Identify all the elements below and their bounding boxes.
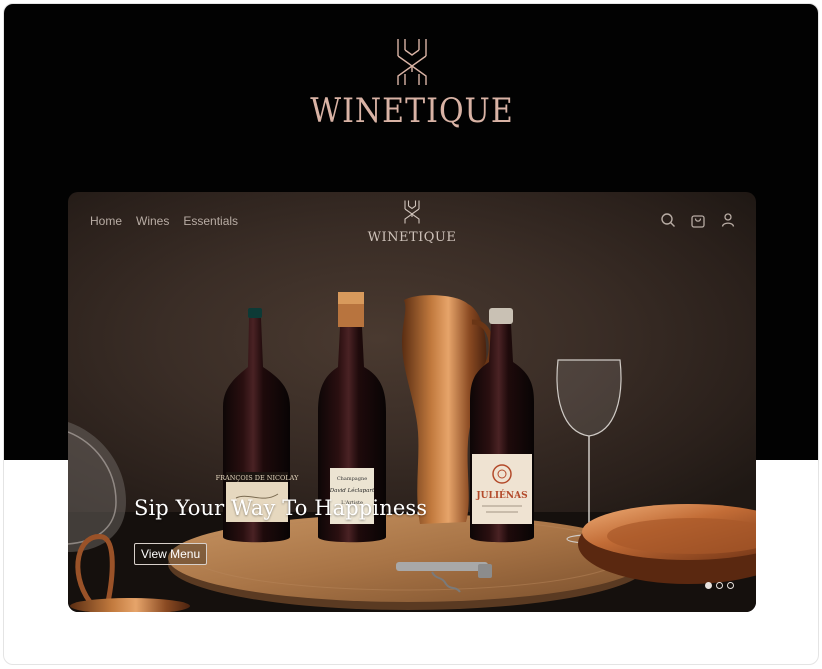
slide-dot-2[interactable] [716, 582, 723, 589]
slide-dot-3[interactable] [727, 582, 734, 589]
bottle2-label-name: David Léclapart [329, 487, 375, 494]
bottle3-label: JULIÉNAS [475, 489, 527, 501]
hero-headline: Sip Your Way To Happiness [134, 496, 428, 520]
bottle1-label: FRANÇOIS DE NICOLAY [216, 474, 300, 482]
hero-wordmark: WINETIQUE [367, 230, 457, 245]
brand-wordmark: WINETIQUE [310, 91, 514, 132]
hero-emblem-icon [404, 200, 420, 224]
view-menu-button[interactable]: View Menu [134, 543, 208, 565]
brand-emblem-icon [397, 39, 427, 85]
slide-dot-1[interactable] [705, 582, 712, 589]
bottle2-label-top: Champagne [337, 476, 367, 482]
hero-banner: FRANÇOIS DE NICOLAY Champagne David Lécl… [68, 192, 756, 612]
brand-logo: WINETIQUE [4, 38, 818, 132]
hero-logo[interactable]: WINETIQUE [68, 200, 756, 245]
search-icon[interactable] [660, 212, 676, 228]
cart-icon[interactable] [690, 212, 706, 228]
user-icon[interactable] [720, 212, 736, 228]
slide-indicators [705, 582, 734, 589]
hero-nav-icons [660, 212, 736, 228]
page-card: WINETIQUE FRANÇOIS DE NICOLAY Champagne … [3, 3, 819, 665]
